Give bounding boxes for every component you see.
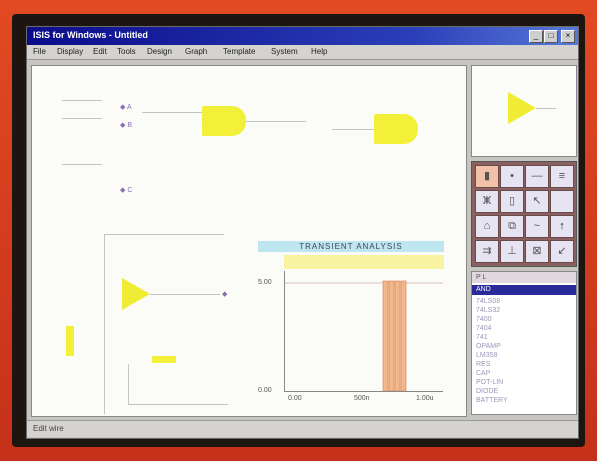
maximize-button[interactable]: □ [544, 30, 558, 43]
menu-help[interactable]: Help [311, 47, 327, 56]
menu-display[interactable]: Display [57, 47, 83, 56]
status-text: Edit wire [33, 424, 64, 433]
menu-template[interactable]: Template [223, 47, 255, 56]
blank-icon[interactable] [550, 190, 574, 213]
x-tick-label: 500n [354, 395, 370, 402]
title-bar[interactable]: ISIS for Windows - Untitled _ □ × [27, 27, 578, 45]
and-gate-u2[interactable] [374, 114, 418, 144]
tool-palette: ▮ • — ≡ ⵥ ▯ ↖ ⌂ ⧉ ~ ↑ ⇉ ⊥ ⊠ ↙ [471, 161, 577, 267]
menu-file[interactable]: File [33, 47, 46, 56]
pin-label-b: ◆ B [120, 122, 132, 129]
application-window: ISIS for Windows - Untitled _ □ × File D… [26, 26, 579, 439]
pulse-bar [394, 280, 401, 392]
wire[interactable] [62, 118, 102, 119]
pulse-train [382, 280, 407, 392]
menu-system[interactable]: System [271, 47, 298, 56]
generator-icon[interactable]: ~ [525, 215, 549, 238]
menu-tools[interactable]: Tools [117, 47, 136, 56]
subcircuit-icon[interactable]: ▯ [500, 190, 524, 213]
menu-graph[interactable]: Graph [185, 47, 207, 56]
list-item[interactable]: RES [476, 361, 490, 368]
minimize-button[interactable]: _ [529, 30, 543, 43]
device-list-header[interactable]: P L [472, 272, 576, 283]
list-item[interactable]: 7404 [476, 325, 492, 332]
device-pin-icon[interactable]: ⧉ [500, 215, 524, 238]
pulse-bar [400, 280, 407, 392]
menu-edit[interactable]: Edit [93, 47, 107, 56]
list-item[interactable]: 741 [476, 334, 488, 341]
right-panel: ▮ • — ≡ ⵥ ▯ ↖ ⌂ ⧉ ~ ↑ ⇉ ⊥ ⊠ ↙ P L AND 74… [471, 65, 577, 415]
list-item[interactable]: BATTERY [476, 397, 508, 404]
junction-icon[interactable]: • [500, 165, 524, 188]
overview-preview[interactable] [471, 65, 577, 157]
list-item[interactable]: CAP [476, 370, 490, 377]
graph-title: TRANSIENT ANALYSIS [258, 241, 444, 252]
wire[interactable] [104, 234, 224, 235]
window-title: ISIS for Windows - Untitled [33, 30, 148, 40]
y-tick-label: 5.00 [258, 279, 272, 286]
graph-plot-area [284, 271, 443, 392]
wire[interactable] [246, 121, 306, 122]
wire[interactable] [62, 100, 102, 101]
bus-icon[interactable]: ⵥ [475, 190, 499, 213]
list-item[interactable]: 74LS08 [476, 298, 500, 305]
script-icon[interactable]: ≡ [550, 165, 574, 188]
menu-bar: File Display Edit Tools Design Graph Tem… [27, 45, 578, 60]
device-list: P L AND 74LS08 74LS32 7400 7404 741 OPAM… [471, 271, 577, 415]
list-item[interactable]: 74LS32 [476, 307, 500, 314]
mirror-icon[interactable]: ↙ [550, 240, 574, 263]
y-tick-label: 0.00 [258, 387, 272, 394]
schematic-canvas[interactable]: ◆ A ◆ B ◆ C ◆ TRANSIENT ANALYSIS 5.00 0.… [31, 65, 467, 417]
x-tick-label: 0.00 [288, 395, 302, 402]
preview-opamp [508, 92, 536, 124]
list-item[interactable]: LM358 [476, 352, 497, 359]
wire-label-icon[interactable]: — [525, 165, 549, 188]
status-bar: Edit wire [27, 420, 578, 437]
wire[interactable] [332, 129, 374, 130]
opamp-symbol[interactable] [122, 278, 150, 310]
wire[interactable] [62, 164, 102, 165]
transient-analysis-graph[interactable]: TRANSIENT ANALYSIS 5.00 0.00 0.00 500n 1… [258, 241, 444, 411]
digital-trace-band [284, 255, 444, 269]
component-icon[interactable]: ▮ [475, 165, 499, 188]
list-item[interactable]: OPAMP [476, 343, 501, 350]
terminal-icon[interactable]: ⌂ [475, 215, 499, 238]
x-tick-label: 1.00u [416, 395, 434, 402]
close-button[interactable]: × [561, 30, 575, 43]
wire[interactable] [128, 404, 228, 405]
tape-icon[interactable]: ⇉ [475, 240, 499, 263]
wire[interactable] [150, 294, 220, 295]
graph-traces [285, 280, 443, 392]
probe-icon[interactable]: ↑ [550, 215, 574, 238]
probe-marker[interactable]: ◆ [222, 290, 227, 298]
pointer-icon[interactable]: ↖ [525, 190, 549, 213]
wire[interactable] [104, 234, 105, 414]
rotate-icon[interactable]: ⊠ [525, 240, 549, 263]
list-item[interactable]: POT-LIN [476, 379, 503, 386]
wire[interactable] [142, 112, 202, 113]
device-list-selected[interactable]: AND [472, 285, 576, 295]
list-item[interactable]: DIODE [476, 388, 498, 395]
list-item[interactable]: 7400 [476, 316, 492, 323]
pulse-bar [382, 280, 389, 392]
battery-symbol[interactable] [66, 326, 74, 356]
pin-label-c: ◆ C [120, 187, 133, 194]
pulse-bar [388, 280, 395, 392]
preview-wire [536, 108, 556, 109]
pin-label-a: ◆ A [120, 104, 132, 111]
menu-design[interactable]: Design [147, 47, 172, 56]
resistor-symbol[interactable] [152, 356, 176, 363]
graph-icon[interactable]: ⊥ [500, 240, 524, 263]
wire[interactable] [128, 364, 129, 404]
and-gate-u1[interactable] [202, 106, 246, 136]
